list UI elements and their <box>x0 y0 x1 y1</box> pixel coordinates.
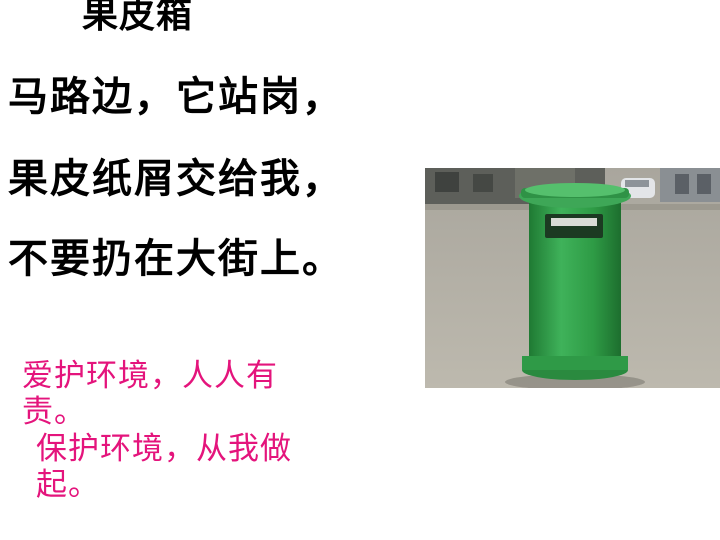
bin-opening-inner <box>551 218 597 226</box>
poem-line-2: 果皮纸屑交给我， <box>8 156 344 202</box>
window-2 <box>473 174 493 192</box>
poem-line-1: 马路边，它站岗， <box>8 74 344 120</box>
window-3 <box>675 174 689 194</box>
window-1 <box>435 172 459 192</box>
poem-title: 果皮箱 <box>82 0 194 36</box>
trash-bin-photo <box>425 168 720 388</box>
window-4 <box>697 174 711 194</box>
bin-base-rim <box>522 356 628 370</box>
slogan-2: 保护环境，从我做起。 <box>36 431 292 503</box>
slogan-1: 爱护环境，人人有责。 <box>22 358 278 430</box>
poem-line-3: 不要扔在大街上。 <box>8 236 344 282</box>
car-window <box>625 180 649 187</box>
bin-lid-top <box>525 183 625 197</box>
